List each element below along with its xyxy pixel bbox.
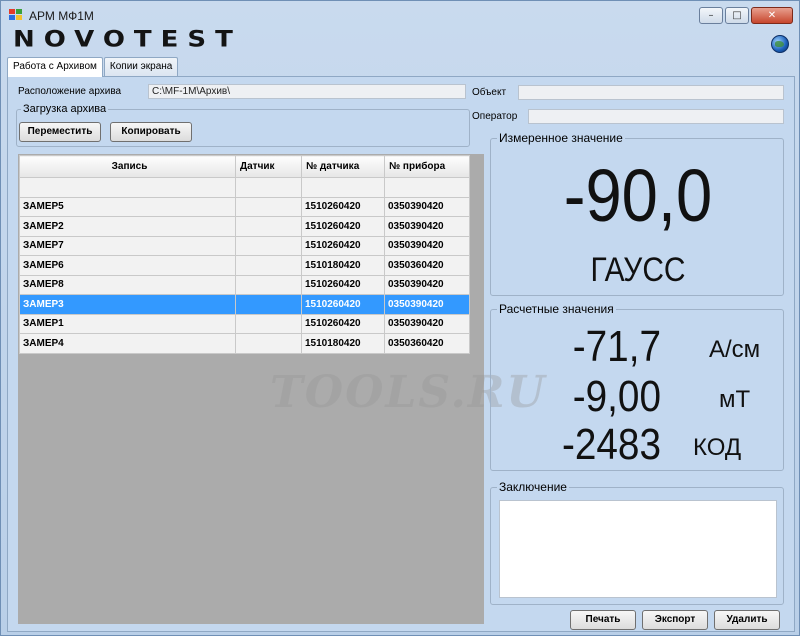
cell-sensor-no: 1510260420 [301, 196, 385, 217]
measured-value-title: Измеренное значение [497, 131, 625, 145]
calc-unit-code: КОД [693, 434, 742, 461]
archive-tab-panel: Расположение архива C:\MF-1M\Архив\ Загр… [7, 76, 795, 632]
cell-record: ЗАМЕР2 [19, 216, 236, 237]
archive-load-group-title: Загрузка архива [21, 103, 109, 115]
cell-record: ЗАМЕР8 [19, 274, 236, 295]
cell-device-no: 0350360420 [384, 333, 470, 354]
table-row[interactable]: ЗАМЕР1 1510260420 0350390420 [19, 313, 470, 334]
records-grid[interactable]: Запись Датчик № датчика № прибора ЗАМЕР5… [18, 154, 484, 624]
cell-sensor-no: 1510180420 [301, 333, 385, 354]
tab-screenshots[interactable]: Копии экрана [103, 57, 179, 76]
calc-unit-a-cm: А/см [709, 336, 761, 363]
column-header-record[interactable]: Запись [19, 155, 236, 178]
cell-record: ЗАМЕР3 [19, 294, 236, 315]
measured-unit: ГАУСС [590, 251, 686, 289]
table-row[interactable]: ЗАМЕР4 1510180420 0350360420 [19, 333, 470, 354]
cell-sensor [235, 333, 302, 354]
archive-location-label: Расположение архива [18, 86, 122, 97]
table-row[interactable]: ЗАМЕР6 1510180420 0350360420 [19, 255, 470, 276]
cell-device-no: 0350390420 [384, 274, 470, 295]
measured-value-panel: Измеренное значение -90,0 ГАУСС [490, 131, 784, 296]
cell-record: ЗАМЕР6 [19, 255, 236, 276]
table-row[interactable]: ЗАМЕР2 1510260420 0350390420 [19, 216, 470, 237]
maximize-button[interactable]: □ [725, 7, 749, 24]
records-table: Запись Датчик № датчика № прибора ЗАМЕР5… [19, 155, 470, 354]
cell-sensor-no: 1510260420 [301, 313, 385, 334]
cell-device-no: 0350390420 [384, 294, 470, 315]
calc-value-mt: -9,00 [572, 372, 661, 421]
app-icon [9, 9, 23, 21]
cell-device-no: 0350390420 [384, 196, 470, 217]
cell-record: ЗАМЕР4 [19, 333, 236, 354]
operator-field[interactable] [528, 109, 784, 124]
cell-sensor-no [301, 177, 385, 198]
table-header-row: Запись Датчик № датчика № прибора [19, 155, 470, 178]
table-row[interactable] [19, 177, 470, 198]
calc-value-a-cm: -71,7 [572, 322, 661, 371]
cell-device-no [384, 177, 470, 198]
cell-record [19, 177, 236, 198]
cell-sensor-no: 1510260420 [301, 235, 385, 256]
cell-sensor-no: 1510260420 [301, 216, 385, 237]
window-title: АРМ МФ1М [29, 9, 94, 23]
cell-sensor [235, 313, 302, 334]
column-header-sensor[interactable]: Датчик [235, 155, 302, 178]
brand-logo: NOVOTEST [13, 27, 242, 53]
title-bar[interactable]: АРМ МФ1М – □ ✕ [1, 1, 799, 29]
cell-device-no: 0350390420 [384, 313, 470, 334]
table-row[interactable]: ЗАМЕР3 1510260420 0350390420 [19, 294, 470, 315]
delete-button[interactable]: Удалить [714, 610, 780, 630]
tab-archive[interactable]: Работа с Архивом [7, 57, 103, 77]
globe-icon[interactable] [771, 35, 789, 53]
copy-button[interactable]: Копировать [110, 122, 192, 142]
calculated-values-panel: Расчетные значения -71,7 А/см -9,00 мТ -… [490, 302, 784, 471]
column-header-device-no[interactable]: № прибора [384, 155, 470, 178]
measured-value: -90,0 [563, 154, 713, 237]
object-field[interactable] [518, 85, 784, 100]
archive-load-group: Загрузка архива Переместить Копировать [16, 103, 470, 147]
minimize-icon: – [708, 10, 714, 21]
table-body: ЗАМЕР5 1510260420 0350390420 ЗАМЕР2 15102604… [19, 177, 470, 354]
conclusion-panel: Заключение [490, 480, 784, 605]
cell-sensor-no: 1510260420 [301, 294, 385, 315]
tab-strip: Работа с Архивом Копии экрана [7, 57, 179, 77]
close-icon: ✕ [767, 10, 777, 21]
cell-device-no: 0350360420 [384, 255, 470, 276]
cell-device-no: 0350390420 [384, 216, 470, 237]
cell-record: ЗАМЕР1 [19, 313, 236, 334]
archive-location-field[interactable]: C:\MF-1M\Архив\ [148, 84, 466, 99]
cell-sensor-no: 1510260420 [301, 274, 385, 295]
table-row[interactable]: ЗАМЕР8 1510260420 0350390420 [19, 274, 470, 295]
cell-sensor [235, 294, 302, 315]
export-button[interactable]: Экспорт [642, 610, 708, 630]
conclusion-title: Заключение [497, 480, 569, 494]
cell-sensor [235, 196, 302, 217]
operator-label: Оператор [472, 111, 518, 122]
print-button[interactable]: Печать [570, 610, 636, 630]
close-button[interactable]: ✕ [751, 7, 793, 24]
cell-record: ЗАМЕР7 [19, 235, 236, 256]
maximize-icon: □ [732, 10, 742, 21]
column-header-sensor-no[interactable]: № датчика [301, 155, 385, 178]
calc-unit-mt: мТ [719, 386, 751, 413]
cell-device-no: 0350390420 [384, 235, 470, 256]
cell-sensor [235, 235, 302, 256]
conclusion-textarea[interactable] [499, 500, 777, 598]
calc-value-code: -2483 [561, 420, 661, 469]
cell-sensor [235, 177, 302, 198]
move-button[interactable]: Переместить [19, 122, 101, 142]
table-row[interactable]: ЗАМЕР7 1510260420 0350390420 [19, 235, 470, 256]
calculated-values-title: Расчетные значения [497, 302, 616, 316]
cell-sensor-no: 1510180420 [301, 255, 385, 276]
minimize-button[interactable]: – [699, 7, 723, 24]
object-label: Объект [472, 87, 507, 98]
cell-sensor [235, 255, 302, 276]
app-window: АРМ МФ1М – □ ✕ NOVOTEST Работа с Архивом… [0, 0, 800, 636]
cell-sensor [235, 274, 302, 295]
cell-record: ЗАМЕР5 [19, 196, 236, 217]
cell-sensor [235, 216, 302, 237]
table-row[interactable]: ЗАМЕР5 1510260420 0350390420 [19, 196, 470, 217]
